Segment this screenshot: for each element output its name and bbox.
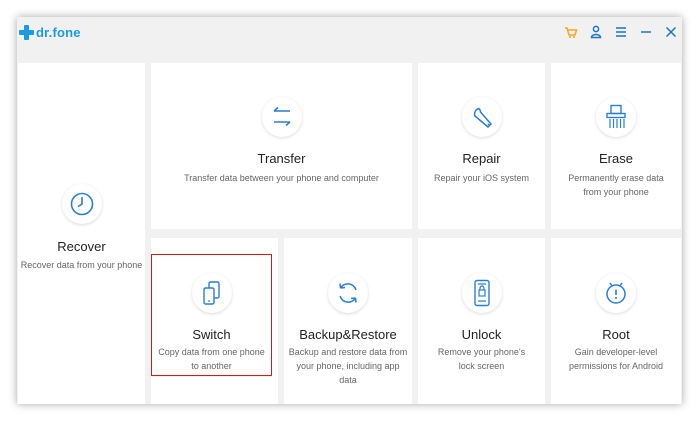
cart-icon[interactable] — [560, 23, 582, 41]
tile-erase[interactable]: Erase Permanently erase data from your p… — [551, 63, 681, 229]
locked-phone-icon — [461, 273, 502, 313]
sync-icon — [328, 273, 368, 313]
android-root-icon — [596, 273, 636, 313]
tile-switch[interactable]: Switch Copy data from one phone to anoth… — [151, 254, 272, 376]
tile-root[interactable]: Root Gain developer-level permissions fo… — [551, 238, 681, 404]
tile-description: Gain developer-level permissions for And… — [568, 347, 664, 371]
title-bar: dr.fone — [17, 17, 682, 61]
menu-icon[interactable] — [610, 23, 632, 41]
tile-backup-restore[interactable]: Backup&Restore Backup and restore data f… — [284, 238, 412, 404]
user-icon[interactable] — [585, 23, 607, 41]
tile-repair[interactable]: Repair Repair your iOS system — [418, 63, 545, 229]
tile-description: Remove your phone's lock screen — [437, 347, 526, 371]
app-logo: dr.fone — [19, 22, 81, 42]
tile-unlock[interactable]: Unlock Remove your phone's lock screen — [418, 238, 545, 404]
wrench-icon — [461, 97, 502, 137]
shredder-icon — [596, 97, 636, 137]
tile-description: Permanently erase data from your phone — [568, 173, 664, 197]
tile-title: Transfer — [257, 151, 306, 166]
app-window: dr.fone Recover Recover data from your p… — [17, 17, 682, 404]
tile-title: Erase — [599, 151, 633, 166]
tile-switch-right-edge — [272, 238, 278, 404]
tile-title: Recover — [57, 239, 106, 254]
tile-switch-top-edge — [151, 238, 278, 254]
tile-description: Recover data from your phone — [20, 260, 143, 270]
tile-recover[interactable]: Recover Recover data from your phone — [18, 63, 145, 404]
tile-title: Backup&Restore — [299, 327, 397, 342]
window-controls — [557, 23, 682, 41]
close-icon[interactable] — [660, 23, 682, 41]
tile-title: Switch — [192, 327, 231, 342]
tile-description: Copy data from one phone to another — [158, 347, 265, 371]
plus-logo-icon — [19, 24, 34, 40]
transfer-arrows-icon — [261, 97, 302, 137]
tile-description: Transfer data between your phone and com… — [184, 173, 379, 183]
app-name: dr.fone — [36, 24, 81, 40]
tile-title: Unlock — [461, 327, 502, 342]
tile-description: Repair your iOS system — [433, 173, 530, 183]
tile-description: Backup and restore data from your phone,… — [288, 347, 408, 385]
tile-switch-bottom — [151, 377, 278, 404]
tile-title: Root — [602, 327, 630, 342]
tile-transfer[interactable]: Transfer Transfer data between your phon… — [151, 63, 412, 229]
minimize-icon[interactable] — [635, 23, 657, 41]
phones-switch-icon — [191, 273, 232, 313]
clock-icon — [61, 184, 102, 224]
tile-title: Repair — [462, 151, 501, 166]
